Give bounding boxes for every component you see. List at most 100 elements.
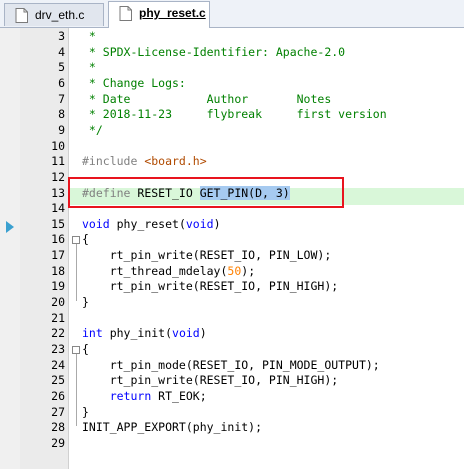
c-file-icon: [119, 6, 132, 21]
line-text: * 2018-11-23 flybreak first version: [82, 107, 387, 123]
line-number: 26: [51, 388, 65, 403]
line-number: 18: [51, 263, 65, 278]
code-token: rt_pin_write(RESET_IO, PIN_HIGH);: [82, 373, 339, 388]
code-token: {: [82, 342, 89, 356]
code-line[interactable]: 9 */: [0, 123, 464, 139]
line-text: {: [82, 232, 89, 248]
line-text: */: [82, 123, 103, 139]
code-token: int: [82, 326, 103, 341]
line-text: {: [82, 342, 89, 358]
line-number: 28: [51, 420, 65, 435]
code-line[interactable]: 16 {: [0, 232, 464, 248]
code-line[interactable]: 18 rt_thread_mdelay(50);: [0, 264, 464, 280]
code-token: rt_thread_mdelay(: [82, 263, 228, 278]
line-number: 27: [51, 404, 65, 419]
code-line[interactable]: 24 rt_pin_mode(RESET_IO, PIN_MODE_OUTPUT…: [0, 358, 464, 374]
code-line[interactable]: 8 * 2018-11-23 flybreak first version: [0, 107, 464, 123]
code-line[interactable]: 29: [0, 436, 464, 452]
code-line[interactable]: 3 *: [0, 29, 464, 45]
tab-label: drv_eth.c: [35, 8, 85, 22]
line-number: 19: [51, 279, 65, 294]
fold-toggle[interactable]: [72, 346, 80, 354]
line-text: int phy_init(void): [82, 326, 207, 342]
code-token: */: [82, 122, 103, 137]
code-token: * SPDX-License-Identifier: Apache-2.0: [82, 44, 346, 59]
code-token: );: [241, 263, 256, 278]
line-number: 10: [51, 138, 65, 153]
code-line[interactable]: 10: [0, 139, 464, 155]
code-line[interactable]: 28 INIT_APP_EXPORT(phy_init);: [0, 420, 464, 436]
code-line[interactable]: 25 rt_pin_write(RESET_IO, PIN_HIGH);: [0, 373, 464, 389]
code-token: * 2018-11-23 flybreak first version: [82, 107, 387, 122]
code-line[interactable]: 22 int phy_init(void): [0, 326, 464, 342]
code-token: * Change Logs:: [82, 75, 186, 90]
line-number: 15: [51, 216, 65, 231]
code-line[interactable]: 5 *: [0, 60, 464, 76]
code-token: void: [172, 326, 200, 341]
line-number: 9: [58, 122, 65, 137]
fold-line: [76, 244, 77, 302]
line-number: 6: [58, 75, 65, 90]
code-token: phy_init(: [102, 326, 173, 341]
tab-drv-eth[interactable]: drv_eth.c: [4, 3, 104, 26]
code-line[interactable]: 23 {: [0, 342, 464, 358]
code-token: }: [82, 404, 89, 419]
line-number: 23: [51, 342, 65, 356]
code-token: *: [82, 29, 96, 43]
code-line[interactable]: 7 * Date Author Notes: [0, 92, 464, 108]
code-line[interactable]: 4 * SPDX-License-Identifier: Apache-2.0: [0, 45, 464, 61]
code-token: 50: [227, 263, 242, 278]
code-line[interactable]: 17 rt_pin_write(RESET_IO, PIN_LOW);: [0, 248, 464, 264]
tab-label: phy_reset.c: [139, 6, 206, 20]
code-token: rt_pin_write(RESET_IO, PIN_HIGH);: [82, 279, 339, 294]
line-number: 17: [51, 248, 65, 263]
code-line[interactable]: 6 * Change Logs:: [0, 76, 464, 92]
line-text: return RT_EOK;: [82, 389, 207, 405]
code-token: rt_pin_write(RESET_IO, PIN_LOW);: [82, 248, 332, 263]
code-line[interactable]: 21: [0, 311, 464, 327]
line-text: #include <board.h>: [82, 154, 207, 170]
line-number: 4: [58, 44, 65, 59]
line-number: 5: [58, 60, 65, 75]
line-text: rt_pin_mode(RESET_IO, PIN_MODE_OUTPUT);: [82, 358, 380, 374]
line-text: * Date Author Notes: [82, 92, 331, 108]
code-token: }: [82, 295, 89, 310]
code-editor[interactable]: 3 * 4 * SPDX-License-Identifier: Apache-2…: [0, 28, 464, 469]
code-line[interactable]: 11 #include <board.h>: [0, 154, 464, 170]
line-number: 13: [51, 185, 65, 200]
line-text: rt_pin_write(RESET_IO, PIN_LOW);: [82, 248, 332, 264]
line-text: }: [82, 405, 89, 421]
tab-phy-reset[interactable]: phy_reset.c: [108, 1, 210, 28]
line-number: 24: [51, 357, 65, 372]
code-token: RT_EOK;: [151, 388, 207, 403]
line-number: 21: [51, 310, 65, 325]
tab-bar: drv_eth.c phy_reset.c: [0, 0, 464, 28]
line-text: * SPDX-License-Identifier: Apache-2.0: [82, 45, 345, 61]
fold-toggle[interactable]: [72, 236, 80, 245]
code-token: *: [82, 60, 96, 75]
line-text: }: [82, 295, 89, 311]
code-line[interactable]: 15 void phy_reset(void): [0, 217, 464, 233]
code-token: INIT_APP_EXPORT(phy_init);: [82, 420, 263, 435]
line-number: 22: [51, 326, 65, 341]
code-line[interactable]: 20}: [0, 295, 464, 311]
code-line[interactable]: 27}: [0, 405, 464, 421]
line-text: *: [82, 29, 96, 45]
fold-line: [76, 354, 77, 427]
line-number: 11: [51, 154, 65, 169]
line-number: 29: [51, 435, 65, 450]
line-number: 25: [51, 373, 65, 388]
code-token: rt_pin_mode(RESET_IO, PIN_MODE_OUTPUT);: [82, 357, 380, 372]
code-token: ): [213, 216, 221, 231]
code-line[interactable]: 26 return RT_EOK;: [0, 389, 464, 405]
code-token: {: [82, 232, 89, 247]
c-file-icon: [15, 8, 28, 23]
line-text: rt_pin_write(RESET_IO, PIN_HIGH);: [82, 373, 339, 389]
annotation-box: [68, 177, 344, 208]
line-number: 20: [51, 295, 65, 310]
line-number: 16: [51, 232, 65, 247]
line-number: 8: [58, 107, 65, 122]
code-line[interactable]: 19 rt_pin_write(RESET_IO, PIN_HIGH);: [0, 279, 464, 295]
line-number: 12: [51, 169, 65, 184]
